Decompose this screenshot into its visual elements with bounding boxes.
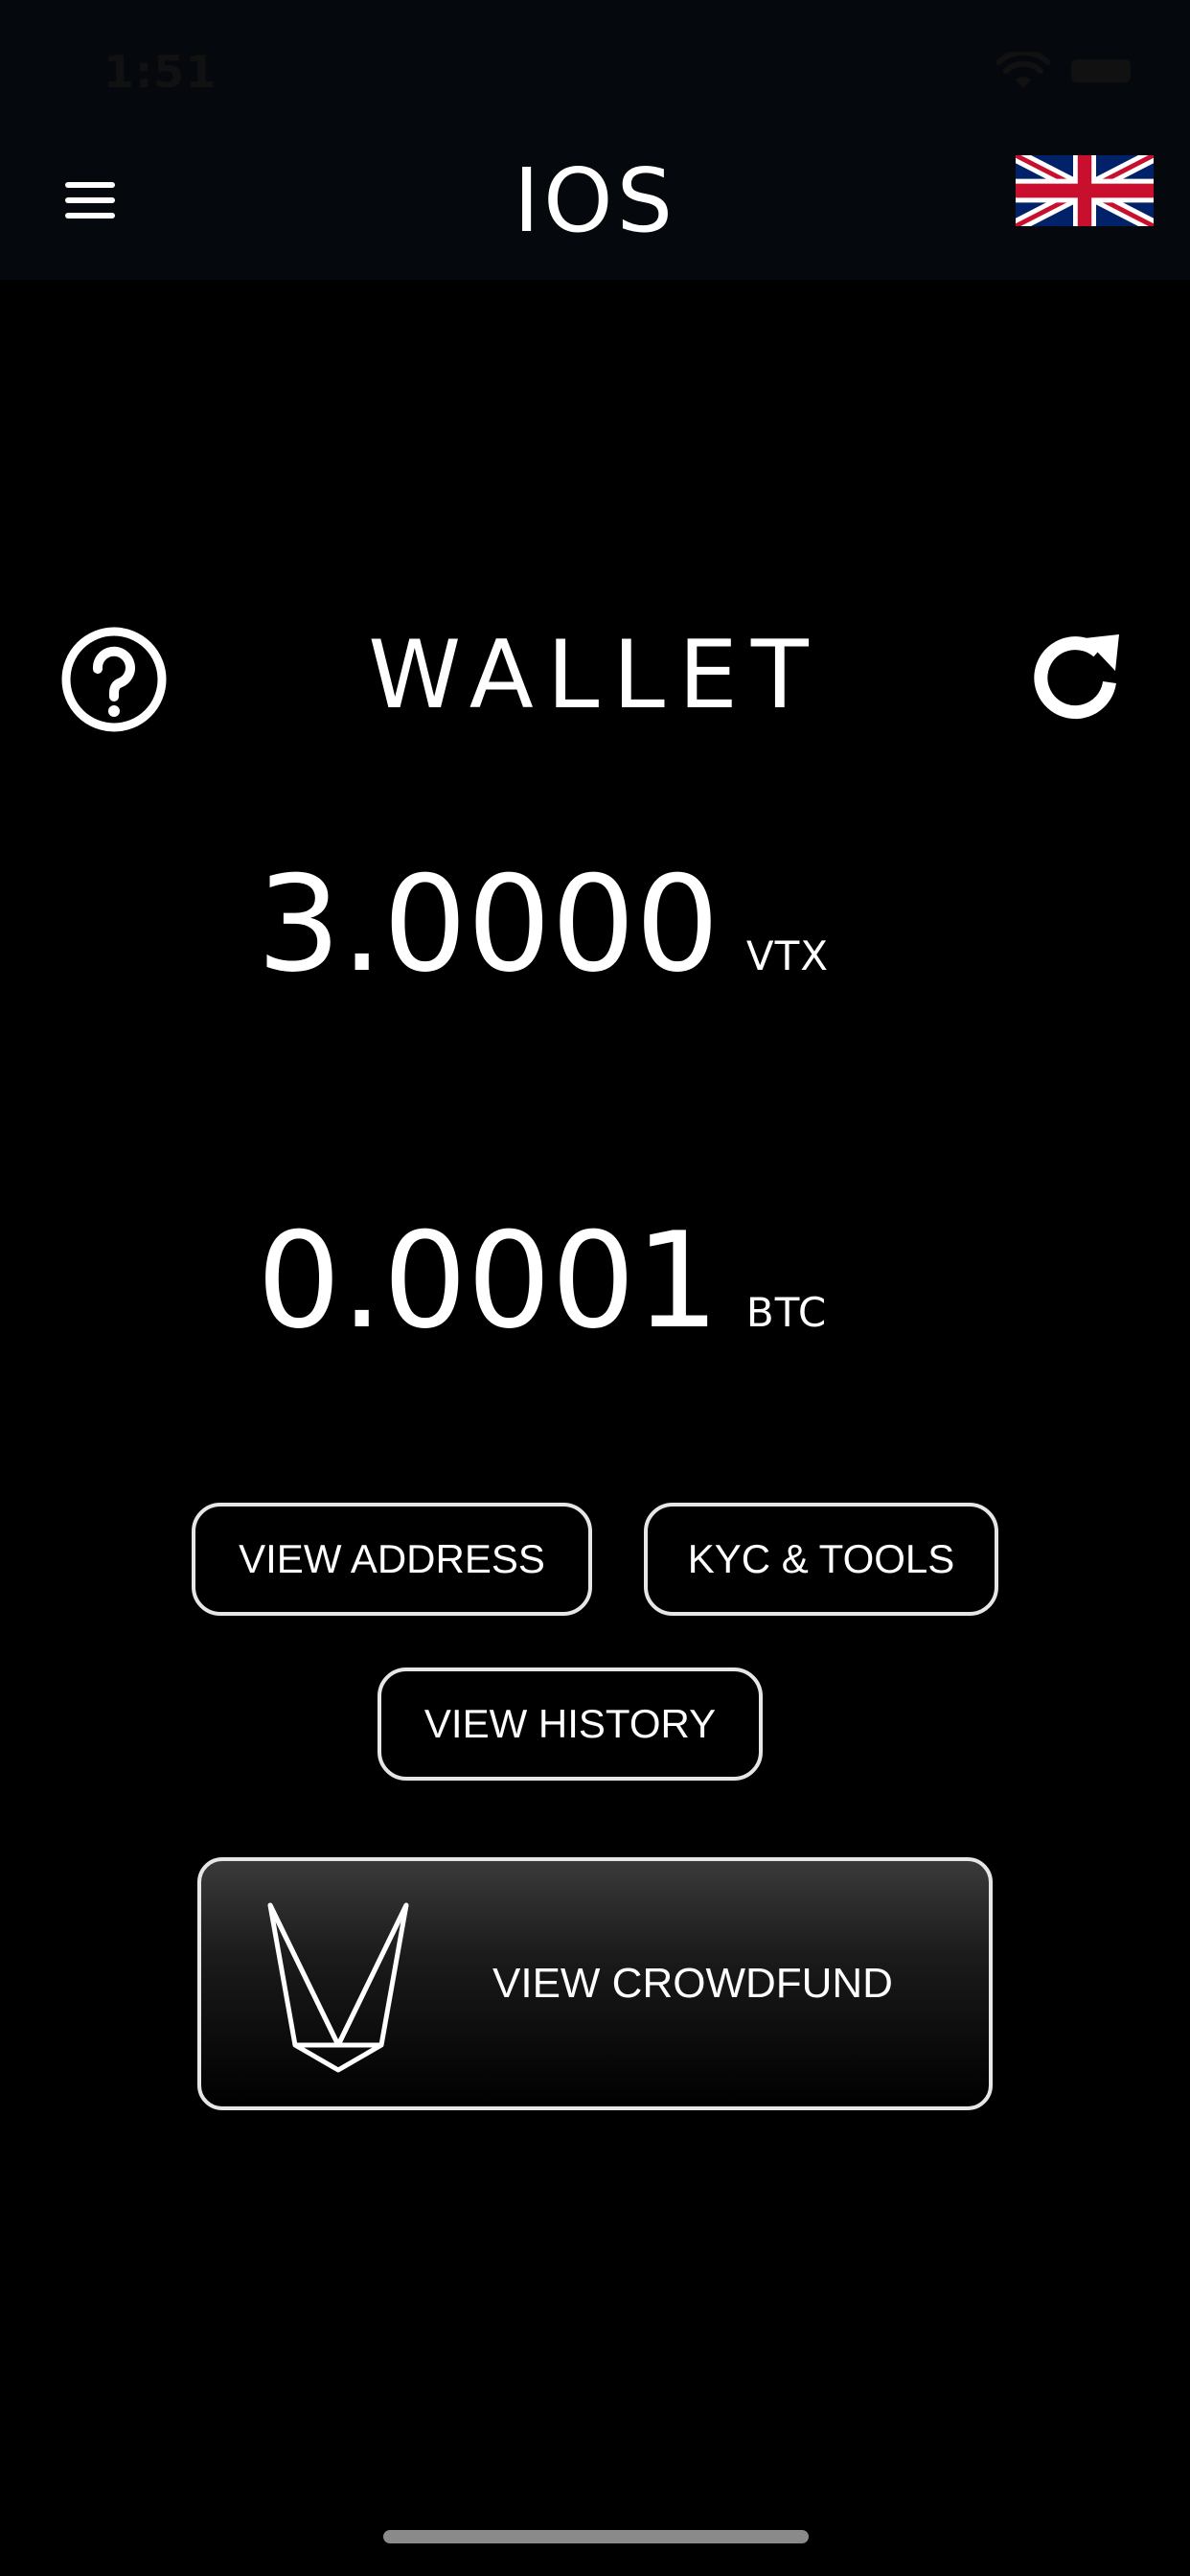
vtx-amount: 3.0000 bbox=[257, 847, 720, 1001]
btc-balance: 0.0001 BTC bbox=[257, 1209, 827, 1353]
vertex-fox-logo-icon bbox=[267, 1902, 409, 2073]
refresh-icon[interactable] bbox=[1027, 629, 1127, 728]
view-history-button[interactable]: VIEW HISTORY bbox=[378, 1668, 763, 1781]
battery-icon bbox=[1071, 59, 1131, 82]
view-address-button[interactable]: VIEW ADDRESS bbox=[192, 1503, 592, 1616]
vtx-balance: 3.0000 VTX bbox=[257, 853, 829, 997]
view-crowdfund-button[interactable]: VIEW CROWDFUND bbox=[197, 1857, 993, 2110]
btc-unit: BTC bbox=[745, 1289, 828, 1336]
home-indicator bbox=[383, 2530, 809, 2543]
vtx-unit: VTX bbox=[745, 932, 830, 979]
app-title: IOS bbox=[514, 150, 676, 252]
wifi-icon bbox=[996, 52, 1050, 88]
top-bar: 1:51 IOS bbox=[0, 0, 1190, 280]
btc-amount: 0.0001 bbox=[257, 1204, 720, 1358]
status-time: 1:51 bbox=[103, 46, 217, 98]
kyc-tools-button[interactable]: KYC & TOOLS bbox=[644, 1503, 998, 1616]
view-crowdfund-label: VIEW CROWDFUND bbox=[492, 1960, 893, 2007]
wallet-title: WALLET bbox=[368, 621, 822, 730]
uk-flag-icon[interactable] bbox=[1016, 155, 1154, 226]
